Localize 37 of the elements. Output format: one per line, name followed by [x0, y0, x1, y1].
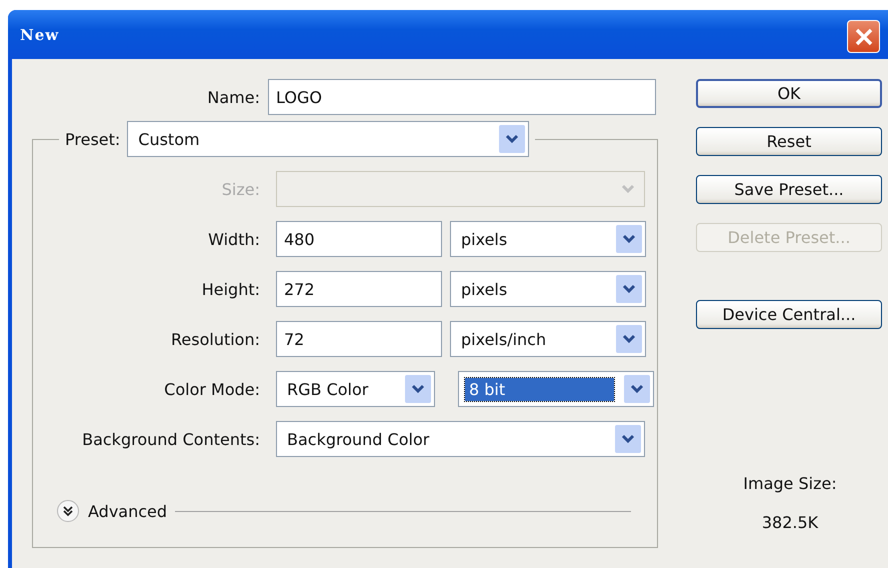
chevron-down-icon — [499, 125, 526, 153]
field-label: Color Mode: — [163, 380, 261, 398]
field-label: Width: — [207, 230, 261, 248]
dialog-button[interactable]: Save Preset... — [696, 175, 882, 204]
field-label: Name: — [206, 88, 261, 106]
advanced-label: Advanced — [88, 502, 168, 520]
close-icon — [854, 26, 874, 46]
chevron-down-icon — [624, 375, 650, 403]
number-field[interactable]: 272 — [276, 271, 442, 307]
dropdown[interactable]: 8 bit — [458, 371, 654, 407]
chevron-down-icon — [615, 425, 641, 453]
dropdown[interactable]: pixels/inch — [450, 321, 646, 357]
chevron-down-icon — [616, 275, 642, 303]
dialog-button[interactable]: Device Central... — [696, 300, 882, 329]
image-size-label: Image Size: — [742, 474, 838, 493]
dialog-button[interactable]: Reset — [696, 127, 882, 156]
dropdown[interactable]: pixels — [450, 271, 646, 307]
field-label: Preset: — [65, 130, 120, 148]
window-title: New — [20, 26, 60, 44]
number-field[interactable]: 480 — [276, 221, 442, 257]
field-label: Size: — [220, 180, 261, 198]
dropdown[interactable]: Background Color — [276, 421, 645, 457]
dropdown[interactable]: Custom — [127, 121, 530, 157]
field-label: Background Contents: — [81, 430, 261, 448]
close-button[interactable] — [847, 20, 880, 53]
dropdown[interactable]: RGB Color — [276, 371, 435, 407]
number-field[interactable]: 72 — [276, 321, 442, 357]
field-label: Height: — [200, 280, 261, 298]
chevron-down-icon — [616, 325, 642, 353]
chevron-down-icon — [405, 375, 431, 403]
chevron-down-icon — [616, 225, 642, 253]
dropdown[interactable]: pixels — [450, 221, 646, 257]
field-label: Resolution: — [170, 330, 261, 348]
image-size-value: 382.5K — [760, 513, 820, 532]
name-field[interactable]: LOGO — [268, 79, 656, 115]
expand-toggle-icon[interactable] — [56, 499, 80, 523]
dialog-button[interactable]: OK — [696, 79, 882, 108]
